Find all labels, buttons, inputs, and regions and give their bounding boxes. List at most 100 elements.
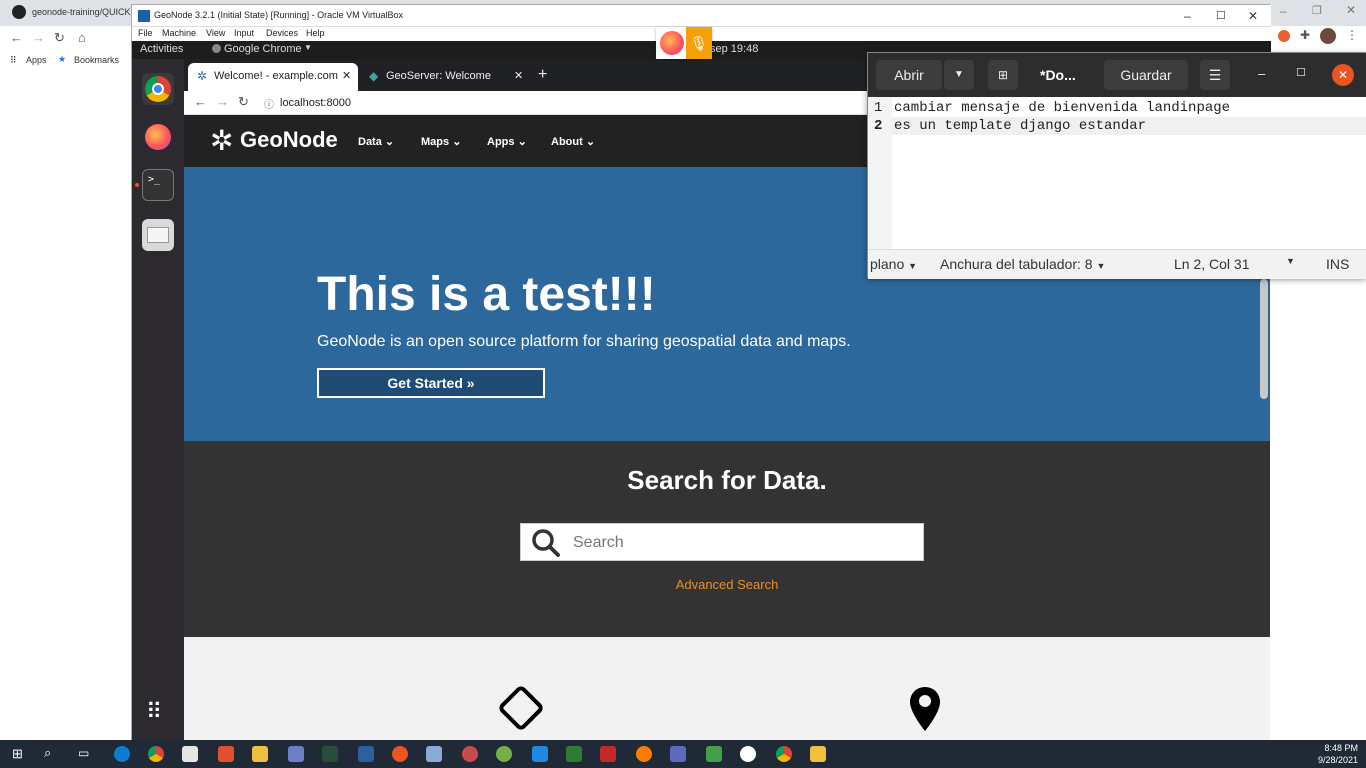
tab-welcome[interactable]: ✲ Welcome! - example.com ✕ — [188, 63, 358, 91]
virtualbox-running-icon[interactable] — [810, 746, 826, 762]
kebab-menu-icon[interactable]: ⋮ — [1346, 28, 1358, 42]
tab-width-selector[interactable]: Anchura del tabulador: 8 ▼ — [940, 256, 1105, 272]
insert-mode[interactable]: INS — [1326, 256, 1349, 272]
host-tab-title[interactable]: geonode-training/QUICK... — [32, 7, 138, 17]
back-icon[interactable]: ← — [10, 30, 23, 45]
bookmark-apps[interactable]: Apps — [26, 55, 47, 65]
host-extensions: ✚ ⋮ — [1270, 26, 1366, 48]
search-input[interactable] — [573, 532, 913, 554]
new-tab-icon[interactable]: + — [538, 66, 547, 84]
qgis-icon[interactable] — [496, 746, 512, 762]
geonode-logo[interactable]: GeoNode — [240, 127, 338, 153]
vbox-menu-devices[interactable]: Devices — [266, 28, 298, 38]
firefox-icon[interactable] — [660, 31, 684, 55]
app-icon[interactable] — [740, 746, 756, 762]
app-icon[interactable] — [218, 746, 234, 762]
tab-geoserver[interactable]: ◆ GeoServer: Welcome ✕ — [360, 63, 530, 91]
app-icon[interactable] — [670, 746, 686, 762]
microphone-icon[interactable]: 🎙 — [686, 27, 712, 59]
search-box — [520, 523, 924, 561]
cursor-position[interactable]: Ln 2, Col 31 — [1174, 256, 1250, 272]
app-menu[interactable]: Google Chrome — [224, 43, 302, 55]
app-menu-caret-icon: ▼ — [304, 43, 312, 52]
open-button[interactable]: Abrir — [876, 60, 942, 90]
get-started-button[interactable]: Get Started » — [317, 368, 545, 398]
extension-icon[interactable] — [1278, 30, 1290, 42]
vbox-menu-view[interactable]: View — [206, 28, 225, 38]
host-close-icon[interactable]: ✕ — [1346, 3, 1356, 17]
home-icon[interactable]: ⌂ — [78, 30, 86, 45]
save-button[interactable]: Guardar — [1104, 60, 1188, 90]
open-menu-caret-icon[interactable]: ▼ — [944, 60, 974, 90]
vbox-menu-machine[interactable]: Machine — [162, 28, 196, 38]
powershell-icon[interactable] — [358, 746, 374, 762]
tab-close-icon[interactable]: ✕ — [514, 69, 523, 82]
dock-chrome-icon[interactable] — [142, 73, 174, 105]
info-icon[interactable]: ⓘ — [264, 96, 274, 111]
syntax-mode-selector[interactable]: plano ▼ — [870, 256, 917, 272]
url-field[interactable]: localhost:8000 — [280, 97, 351, 109]
vbox-maximize-icon[interactable]: ☐ — [1216, 9, 1226, 22]
editor-line[interactable]: es un template django estandar — [894, 118, 1146, 134]
host-minimize-icon[interactable]: – — [1280, 4, 1287, 18]
ubuntu-clock[interactable]: sep 19:48 — [710, 43, 758, 55]
avatar[interactable] — [1320, 28, 1336, 44]
filezilla-icon[interactable] — [600, 746, 616, 762]
store-icon[interactable] — [182, 746, 198, 762]
ubuntu-dock: >_ ⠿ — [132, 59, 184, 741]
vbox-minimize-icon[interactable]: – — [1184, 9, 1191, 23]
chrome-icon[interactable] — [776, 746, 792, 762]
gedit-maximize-icon[interactable]: ☐ — [1296, 66, 1306, 79]
chrome-icon[interactable] — [148, 746, 164, 762]
new-tab-icon[interactable]: ⊞ — [988, 60, 1018, 90]
cursor-position-label: Ln 2, Col 31 — [1174, 256, 1250, 272]
dock-terminal-icon[interactable]: >_ — [142, 169, 174, 201]
edge-icon[interactable] — [114, 746, 130, 762]
activities-button[interactable]: Activities — [140, 43, 183, 55]
app-icon[interactable] — [288, 746, 304, 762]
page-scrollbar[interactable] — [1260, 279, 1268, 399]
gedit-editor[interactable]: 1 cambiar mensaje de bienvenida landinpa… — [868, 97, 1366, 249]
vbox-menu-help[interactable]: Help — [306, 28, 325, 38]
caret-down-icon[interactable]: ▼ — [1286, 256, 1295, 266]
nav-about[interactable]: About ⌄ — [551, 135, 595, 148]
dock-files-icon[interactable] — [142, 219, 174, 251]
tab-close-icon[interactable]: ✕ — [342, 69, 351, 82]
show-apps-icon[interactable]: ⠿ — [146, 699, 162, 725]
vbox-menu-file[interactable]: File — [138, 28, 153, 38]
reload-icon[interactable]: ↻ — [54, 30, 65, 46]
puzzle-icon[interactable]: ✚ — [1300, 28, 1310, 42]
forward-icon[interactable]: → — [216, 94, 229, 109]
dock-firefox-icon[interactable] — [142, 121, 174, 153]
folder-icon[interactable] — [252, 746, 268, 762]
forward-icon[interactable]: → — [32, 30, 45, 45]
vscode-icon[interactable] — [532, 746, 548, 762]
nav-maps[interactable]: Maps ⌄ — [421, 135, 461, 148]
search-icon[interactable] — [531, 528, 561, 558]
search-icon[interactable]: ⌕ — [44, 745, 51, 761]
gedit-close-icon[interactable]: ✕ — [1332, 64, 1354, 86]
terminal-icon[interactable] — [322, 746, 338, 762]
nav-data[interactable]: Data ⌄ — [358, 135, 394, 148]
app-icon[interactable] — [462, 746, 478, 762]
advanced-search-link[interactable]: Advanced Search — [184, 577, 1270, 592]
task-view-icon[interactable]: ▭ — [78, 746, 89, 760]
app-icon[interactable] — [706, 746, 722, 762]
hamburger-menu-icon[interactable]: ☰ — [1200, 60, 1230, 90]
taskbar-clock[interactable]: 8:48 PM 9/28/2021 — [1318, 742, 1358, 766]
virtualbox-icon[interactable] — [426, 746, 442, 762]
host-restore-icon[interactable]: ❐ — [1312, 4, 1322, 17]
nav-apps-label: Apps — [487, 136, 515, 148]
bookmark-bookmarks[interactable]: Bookmarks — [74, 55, 119, 65]
vbox-menu-input[interactable]: Input — [234, 28, 254, 38]
app-icon[interactable] — [636, 746, 652, 762]
ubuntu-icon[interactable] — [392, 746, 408, 762]
notepad-icon[interactable] — [566, 746, 582, 762]
editor-line[interactable]: cambiar mensaje de bienvenida landinpage — [894, 100, 1230, 116]
back-icon[interactable]: ← — [194, 94, 207, 109]
windows-start-icon[interactable]: ⊞ — [12, 746, 23, 762]
nav-apps[interactable]: Apps ⌄ — [487, 135, 527, 148]
reload-icon[interactable]: ↻ — [238, 94, 249, 110]
gedit-minimize-icon[interactable]: – — [1258, 66, 1265, 81]
vbox-close-icon[interactable]: ✕ — [1248, 9, 1258, 23]
